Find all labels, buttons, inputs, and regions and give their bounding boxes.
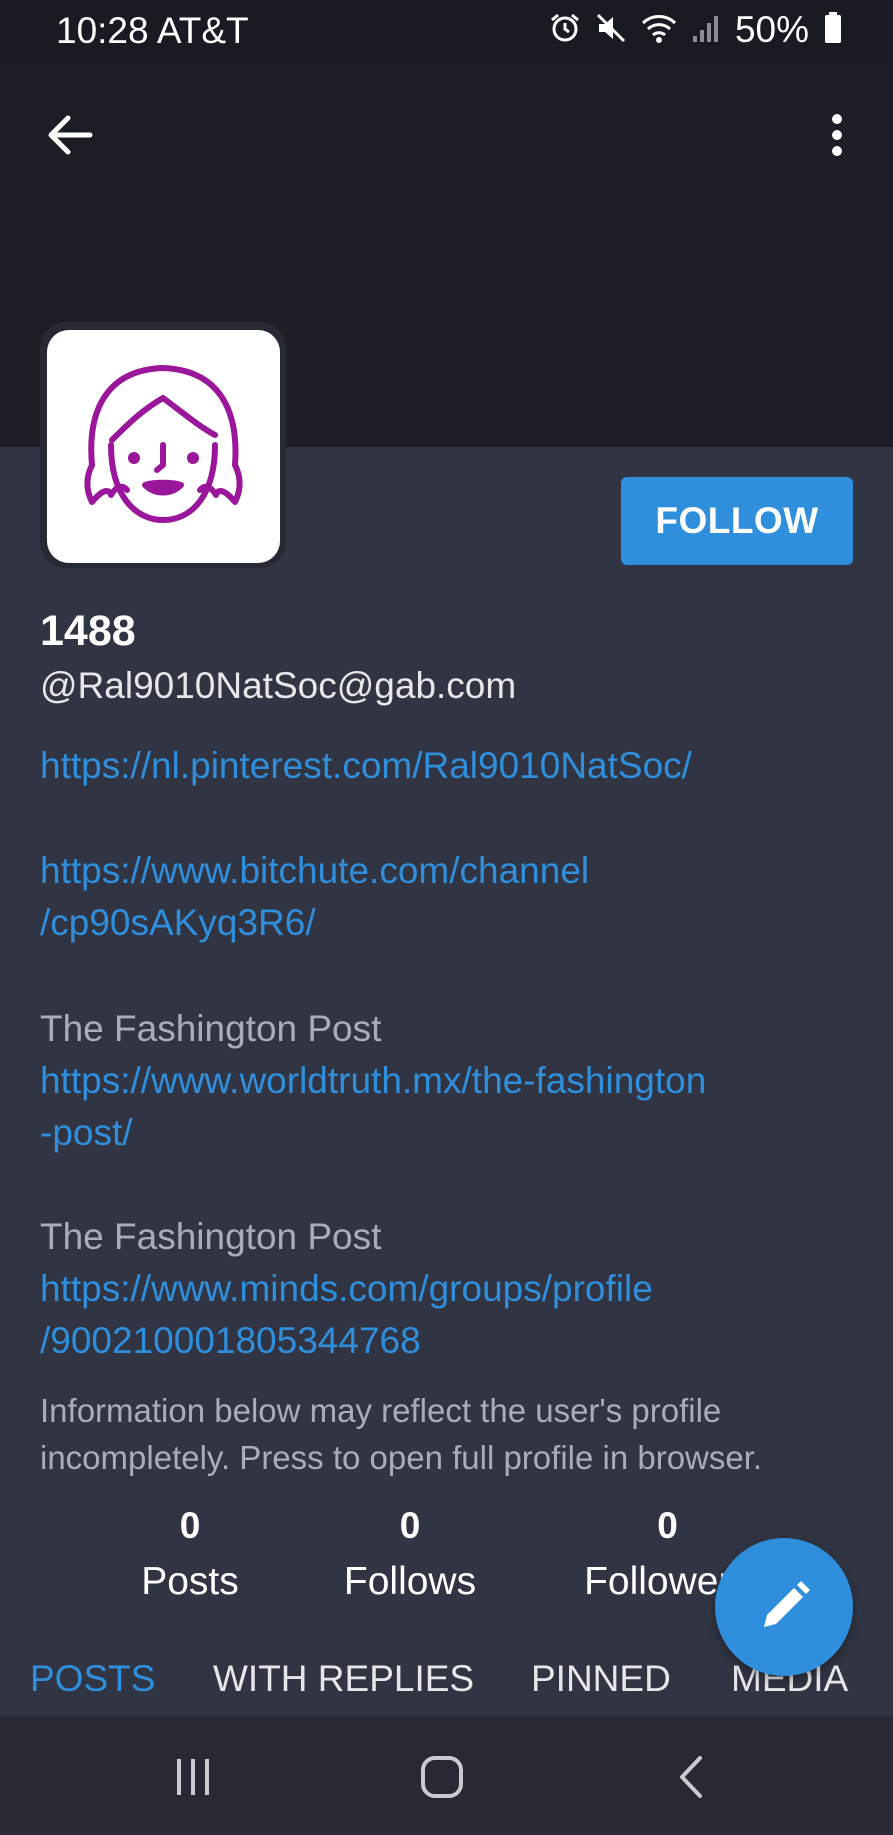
battery-percent: 50% [734,9,809,50]
home-icon [421,1756,463,1798]
compose-button[interactable] [715,1538,853,1676]
tab-with-replies[interactable]: WITH REPLIES [213,1658,474,1700]
recent-apps-button[interactable] [163,1747,223,1807]
signal-icon [691,12,721,49]
account-handle: @Ral9010NatSoc@gab.com [40,665,517,706]
recent-apps-icon [177,1759,209,1795]
system-navigation-bar [0,1717,893,1835]
bio-link-text[interactable]: https://www.minds.com/groups/profile [40,1263,860,1315]
bio-text: The Fashington Post [40,1216,382,1257]
bio-link-bitchute[interactable]: https://www.bitchute.com/channel /cp90sA… [40,845,860,949]
status-bar: 10:28 AT&T 50% [0,0,893,60]
bio-section-worldtruth: The Fashington Post https://www.worldtru… [40,1003,860,1159]
girl-face-icon [84,365,243,523]
status-time-carrier: 10:28 AT&T [56,10,249,51]
wifi-icon [641,12,677,49]
bio-link-text[interactable]: -post/ [40,1107,860,1159]
display-name: 1488 [40,607,136,655]
more-vertical-icon [832,114,842,156]
stat-value: 0 [657,1505,678,1546]
tab-posts[interactable]: POSTS [30,1658,155,1700]
tab-pinned[interactable]: PINNED [531,1658,671,1700]
back-button[interactable] [40,105,100,165]
stat-value: 0 [399,1505,421,1546]
bio-link-text[interactable]: /cp90sAKyq3R6/ [40,897,860,949]
stat-posts[interactable]: 0 Posts [110,1500,270,1608]
alarm-icon [549,12,581,49]
follow-button[interactable]: FOLLOW [621,477,853,565]
mute-icon [595,12,627,49]
back-icon [680,1756,702,1798]
avatar[interactable] [47,330,280,563]
nav-back-button[interactable] [662,1747,722,1807]
more-options-button[interactable] [815,105,860,165]
open-in-browser-notice[interactable]: Information below may reflect the user's… [40,1387,870,1481]
stat-label: Follows [343,1560,477,1603]
home-button[interactable] [412,1747,472,1807]
arrow-left-icon [48,115,93,155]
notice-line: incompletely. Press to open full profile… [40,1439,763,1476]
bio-link-text[interactable]: https://nl.pinterest.com/Ral9010NatSoc/ [40,745,692,786]
stat-value: 0 [179,1505,201,1546]
battery-icon [823,11,843,50]
bio-section-minds: The Fashington Post https://www.minds.co… [40,1211,860,1367]
bio-text: The Fashington Post [40,1008,382,1049]
notice-line: Information below may reflect the user's… [40,1392,722,1429]
status-icons: 50% [549,9,843,50]
stat-follows[interactable]: 0 Follows [320,1500,500,1608]
bio-link-pinterest[interactable]: https://nl.pinterest.com/Ral9010NatSoc/ [40,740,860,792]
stat-label: Posts [141,1560,239,1603]
pencil-icon [764,1581,810,1627]
bio-link-text[interactable]: https://www.worldtruth.mx/the-fashington [40,1055,860,1107]
bio-link-text[interactable]: /900210001805344768 [40,1315,860,1367]
bio-link-text[interactable]: https://www.bitchute.com/channel [40,845,860,897]
